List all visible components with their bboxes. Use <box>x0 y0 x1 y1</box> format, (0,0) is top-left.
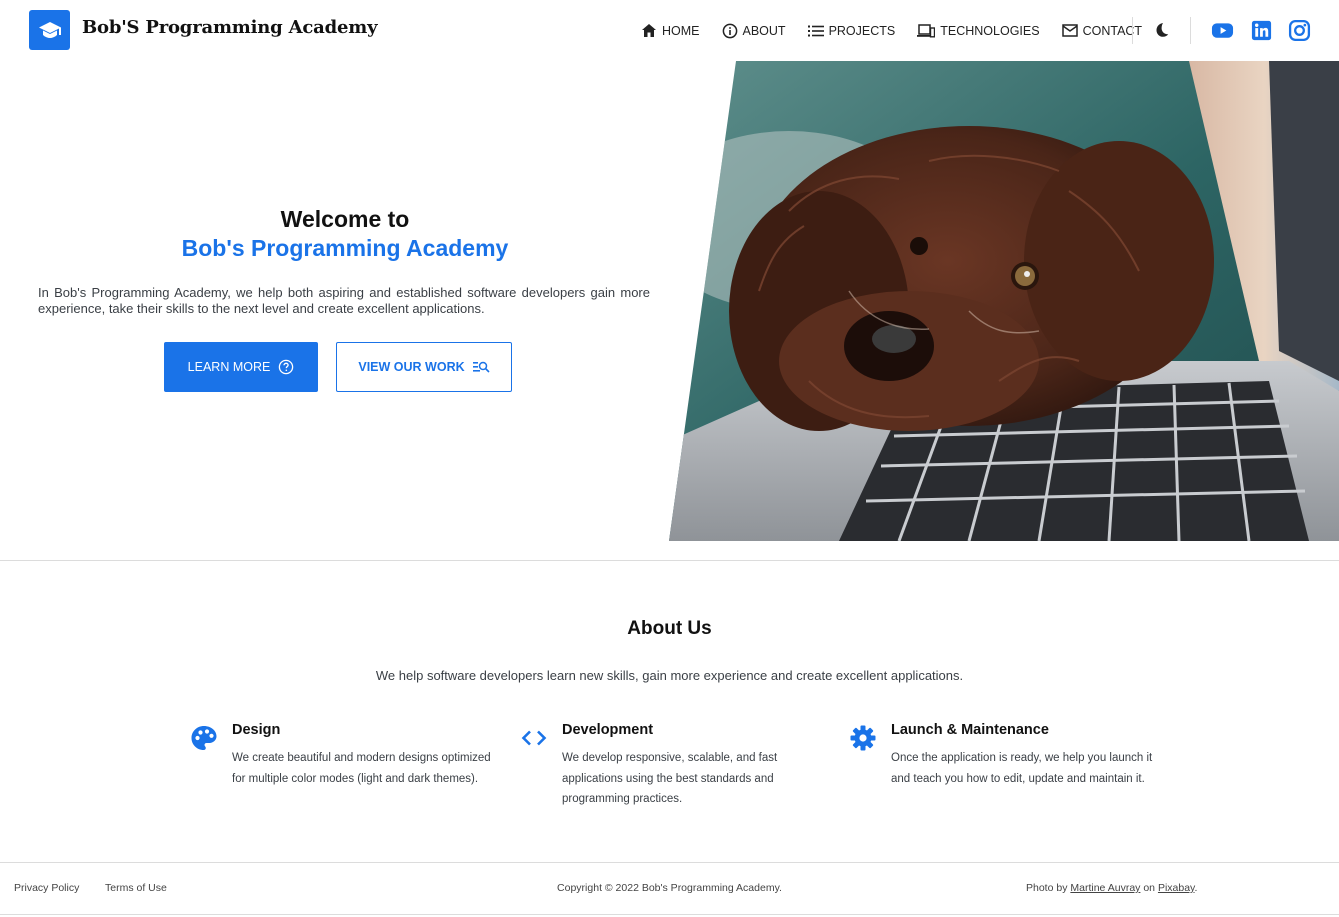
credit-site-link[interactable]: Pixabay <box>1158 882 1195 894</box>
learn-more-label: LEARN MORE <box>187 360 271 374</box>
hero-title-line2: Bob's Programming Academy <box>181 235 509 261</box>
feature-launch-text: Once the application is ready, we help y… <box>891 752 1153 785</box>
gear-icon <box>850 725 876 751</box>
feature-design-title: Design <box>232 722 281 738</box>
code-icon <box>521 730 547 746</box>
palette-icon <box>191 726 217 750</box>
section-divider <box>0 560 1339 561</box>
footer-divider <box>0 862 1339 863</box>
credit-on: on <box>1143 882 1156 894</box>
hero-heading: Welcome to Bob's Programming Academy <box>30 205 660 263</box>
brand-name[interactable]: Bob'S Programming Academy <box>82 17 378 38</box>
logo[interactable] <box>29 10 70 50</box>
site-header: Bob'S Programming Academy HOME ABOUT PRO… <box>0 0 1339 61</box>
graduation-cap-icon <box>38 22 61 38</box>
nav-home[interactable]: HOME <box>641 23 700 38</box>
feature-design-text: We create beautiful and modern designs o… <box>232 752 491 785</box>
feature-development-title: Development <box>562 722 654 738</box>
main-nav: HOME ABOUT PROJECTS TECHNOLOGIES CONTACT <box>641 0 1164 61</box>
nav-technologies[interactable]: TECHNOLOGIES <box>917 23 1040 38</box>
moon-icon[interactable] <box>1153 21 1171 39</box>
info-icon <box>722 23 737 38</box>
help-circle-icon <box>279 359 294 375</box>
terms-of-use-link[interactable]: Terms of Use <box>105 882 167 894</box>
view-our-work-label: VIEW OUR WORK <box>358 360 465 374</box>
hero-title-line1: Welcome to <box>280 206 410 232</box>
instagram-icon[interactable] <box>1288 19 1311 42</box>
nav-technologies-label: TECHNOLOGIES <box>940 23 1040 38</box>
nav-about[interactable]: ABOUT <box>722 23 786 39</box>
linkedin-icon[interactable] <box>1250 19 1273 42</box>
dog-laptop-illustration <box>669 61 1339 541</box>
home-icon <box>642 24 656 37</box>
credit-author-link[interactable]: Martine Auvray <box>1070 882 1140 894</box>
nav-divider <box>1132 17 1133 44</box>
nav-contact-label: CONTACT <box>1082 23 1143 38</box>
feature-launch-title: Launch & Maintenance <box>891 722 1049 738</box>
devices-icon <box>917 23 936 38</box>
learn-more-button[interactable]: LEARN MORE <box>164 342 318 392</box>
about-title: About Us <box>627 618 712 639</box>
mail-icon <box>1061 24 1078 37</box>
credit-prefix: Photo by <box>1026 882 1068 894</box>
nav-home-label: HOME <box>662 23 700 38</box>
nav-about-label: ABOUT <box>742 23 786 38</box>
footer-bottom-line <box>0 914 1339 915</box>
nav-contact[interactable]: CONTACT <box>1061 23 1143 38</box>
hero-description: In Bob's Programming Academy, we help bo… <box>38 285 650 316</box>
nav-projects-label: PROJECTS <box>828 23 896 38</box>
manage-search-icon <box>472 361 490 373</box>
hero-photo-dog-laptop <box>669 61 1339 541</box>
youtube-icon[interactable] <box>1211 19 1234 42</box>
privacy-policy-link[interactable]: Privacy Policy <box>14 882 79 894</box>
photo-credit: Photo by Martine Auvray on Pixabay. <box>1026 882 1197 894</box>
feature-development-text: We develop responsive, scalable, and fas… <box>562 752 778 805</box>
about-subtitle: We help software developers learn new sk… <box>375 668 964 683</box>
credit-suffix: . <box>1194 882 1198 894</box>
view-our-work-button[interactable]: VIEW OUR WORK <box>336 342 512 392</box>
social-divider <box>1190 17 1191 44</box>
nav-projects[interactable]: PROJECTS <box>807 23 896 38</box>
list-icon <box>807 25 824 36</box>
